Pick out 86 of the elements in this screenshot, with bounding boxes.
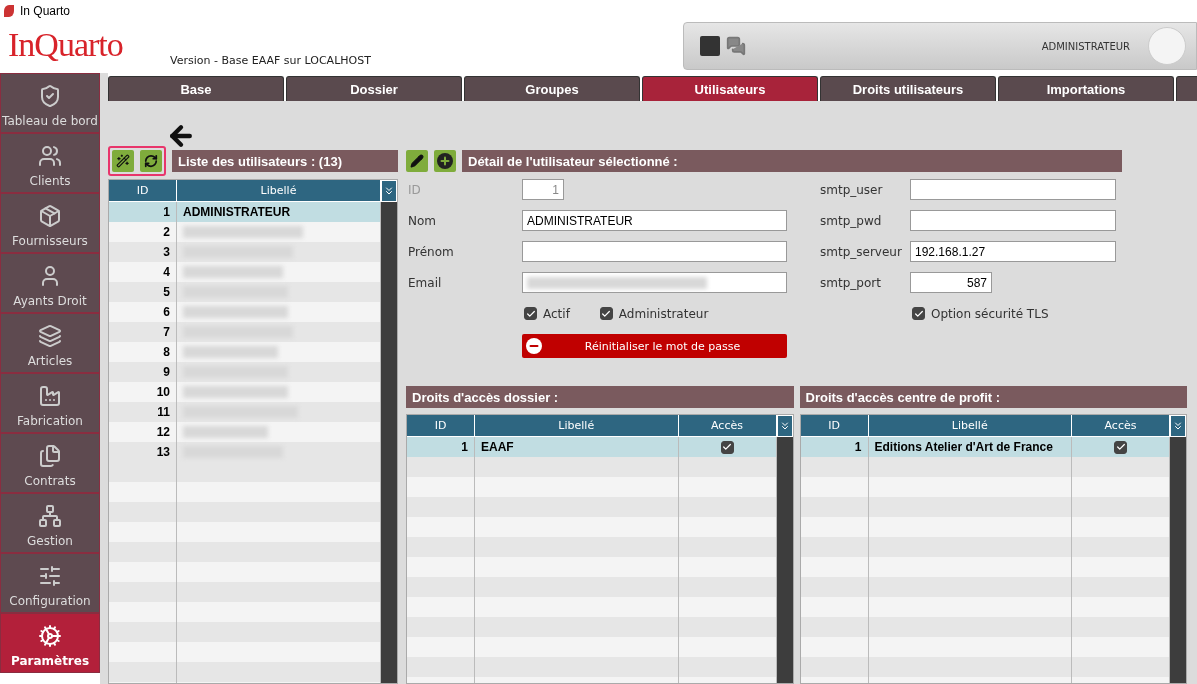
checkbox[interactable] [524, 307, 537, 320]
table-row[interactable]: 5 [109, 282, 381, 302]
field-label: Email [407, 275, 443, 290]
table-row[interactable]: 1 Editions Atelier d'Art de France [800, 437, 1170, 457]
checkbox[interactable] [599, 307, 613, 320]
reset-password-button[interactable]: Réinitialiser le mot de passe [522, 334, 787, 358]
scrollbar[interactable] [1170, 437, 1186, 683]
minus-circle-icon [526, 338, 542, 354]
checkbox-label: Actif [543, 306, 570, 321]
field-label: smtp_serveur [819, 244, 903, 259]
input-field[interactable]: ADMINISTRATEUR [522, 210, 787, 231]
section-header: Détail de l'utilisateur sélectionné : [462, 150, 1122, 172]
sidebar-item[interactable]: Contrats [0, 433, 100, 493]
column-header: Libellé [475, 415, 679, 437]
expand-icon[interactable] [1170, 415, 1186, 437]
tab[interactable]: Droits utilisateurs [820, 76, 996, 101]
column-header: Libellé [177, 180, 381, 202]
section-header: Droits d'accès dossier : [406, 386, 794, 408]
people-icon [38, 144, 62, 168]
documents-icon [38, 444, 62, 468]
table-row[interactable]: 11 [109, 402, 381, 422]
field-label: smtp_port [819, 275, 882, 290]
chat-icon[interactable] [726, 36, 746, 56]
package-icon [38, 204, 62, 228]
table-row[interactable]: 3 [109, 242, 381, 262]
sidebar-item[interactable]: Gestion [0, 493, 100, 553]
plus-circle-icon [437, 153, 453, 169]
input-field[interactable]: 192.168.1.27 [910, 241, 1116, 262]
checkbox-label: Administrateur [618, 306, 709, 321]
sidebar-item[interactable]: Fournisseurs [0, 193, 100, 253]
sidebar-item[interactable]: Configuration [0, 553, 100, 613]
section-header: Droits d'accès centre de profit : [799, 386, 1187, 408]
window-title: In Quarto [20, 4, 71, 18]
sidebar-item[interactable]: Paramètres [0, 613, 100, 673]
column-header: ID [109, 180, 177, 202]
field-label: Prénom [407, 244, 455, 259]
checkbox-label: Option sécurité TLS [931, 306, 1049, 321]
add-button[interactable] [434, 150, 456, 172]
expand-icon[interactable] [381, 180, 397, 202]
sidebar-item[interactable]: Clients [0, 133, 100, 193]
tab[interactable]: Groupes [464, 76, 640, 101]
edit-button[interactable] [406, 150, 428, 172]
table-row[interactable]: 7 [109, 322, 381, 342]
input-field[interactable] [910, 179, 1116, 200]
checkbox[interactable] [912, 307, 925, 320]
tab[interactable]: Base [108, 76, 284, 101]
tab[interactable]: Dossier [286, 76, 462, 101]
field-label: smtp_user [819, 182, 884, 197]
field-label: ID [407, 182, 422, 197]
checkbox[interactable] [720, 440, 734, 454]
column-header: Accès [1072, 415, 1170, 437]
gear-icon [38, 624, 62, 648]
sidebar-item[interactable]: Tableau de bord [0, 73, 100, 133]
app-icon [4, 5, 14, 17]
tab[interactable]: Importations [998, 76, 1174, 101]
checkbox[interactable] [1114, 440, 1127, 454]
sidebar-item[interactable]: Articles [0, 313, 100, 373]
field-label: Nom [407, 213, 437, 228]
sidebar-item[interactable]: Fabrication [0, 373, 100, 433]
refresh-button[interactable] [140, 150, 162, 172]
table-row[interactable]: 9 [109, 362, 381, 382]
factory-icon [38, 384, 62, 408]
input-field[interactable] [910, 210, 1116, 231]
tab[interactable]: Utilisateurs [642, 76, 818, 101]
sidebar-item[interactable]: Ayants Droit [0, 253, 100, 313]
layers-icon [38, 324, 62, 348]
table-row[interactable]: 1 EAAF [407, 437, 777, 457]
input-field[interactable]: 587 [910, 272, 992, 293]
field-label: smtp_pwd [819, 213, 883, 228]
logo: InQuarto [7, 25, 124, 64]
wand-button[interactable] [112, 150, 134, 172]
input-field[interactable] [522, 272, 787, 293]
table-row[interactable]: 13 [109, 442, 381, 462]
user-name: ADMINISTRATEUR [1041, 40, 1130, 52]
scrollbar[interactable] [381, 202, 397, 683]
table-row[interactable]: 1 ADMINISTRATEUR [109, 202, 381, 222]
version-text: Version - Base EAAF sur LOCALHOST [170, 54, 372, 67]
input-field[interactable] [522, 241, 787, 262]
section-header: Liste des utilisateurs : (13) [172, 150, 398, 172]
column-header: Libellé [868, 415, 1072, 437]
sliders-icon [38, 564, 62, 588]
column-header: ID [407, 415, 475, 437]
column-header: ID [800, 415, 869, 437]
column-header: Accès [678, 415, 777, 437]
network-icon [38, 504, 62, 528]
shield-icon [38, 84, 62, 108]
